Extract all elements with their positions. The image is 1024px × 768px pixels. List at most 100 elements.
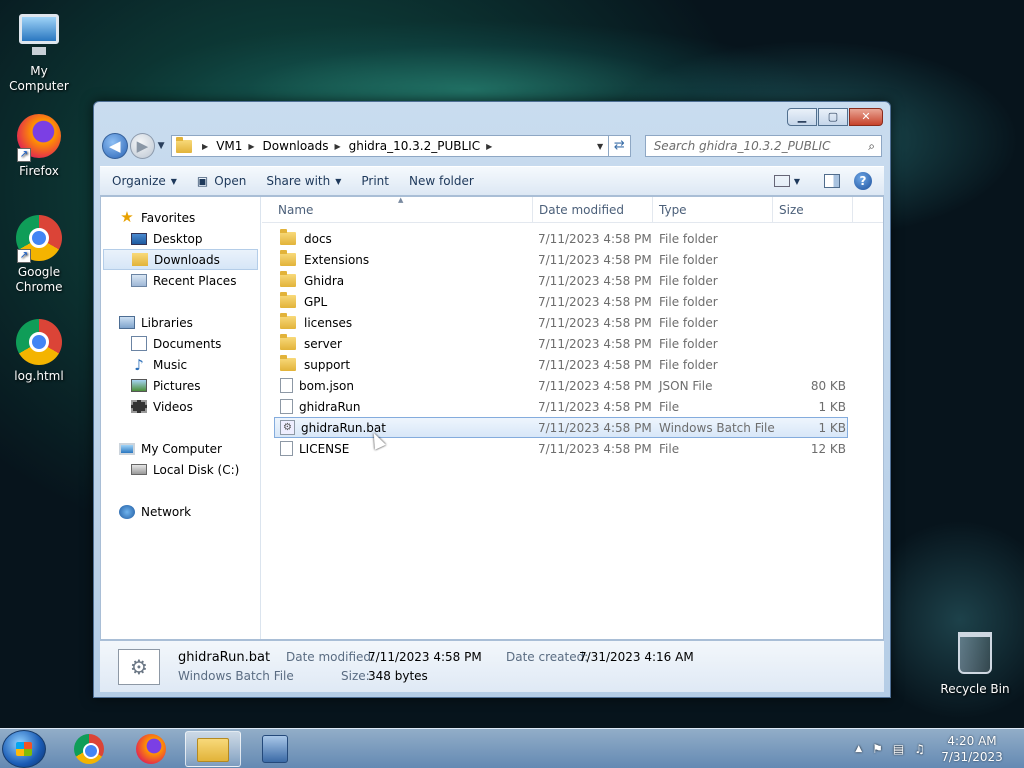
help-icon[interactable]: ? (854, 172, 872, 190)
network-tray-icon[interactable]: ▤ (893, 742, 904, 756)
action-center-icon[interactable]: ⚑ (872, 742, 883, 756)
file-name: Ghidra (280, 271, 344, 288)
explorer-window[interactable]: ▁ ▢ ✕ ◀ ▶ ▼ ▶ VM1 ▶ Downloads ▶ ghidra_10.… (93, 101, 891, 698)
new-folder-button[interactable]: New folder (399, 167, 484, 195)
file-type: File folder (659, 315, 718, 330)
file-size: 1 KB (818, 420, 846, 435)
file-date: 7/11/2023 4:58 PM (538, 399, 652, 414)
recycle-bin-icon (958, 632, 992, 674)
pictures-icon (131, 379, 147, 392)
file-date: 7/11/2023 4:58 PM (538, 441, 652, 456)
nav-pictures[interactable]: Pictures (101, 375, 260, 396)
documents-icon (131, 336, 147, 351)
computer-icon (19, 14, 59, 55)
close-button[interactable]: ✕ (849, 108, 883, 126)
desktop-icon-label: Google Chrome (15, 265, 63, 294)
column-name-header[interactable]: Name (278, 203, 313, 217)
desktop-icon-my-computer[interactable]: My Computer (1, 8, 77, 94)
file-row[interactable]: docs 7/11/2023 4:58 PM File folder (262, 228, 883, 249)
file-row[interactable]: GPL 7/11/2023 4:58 PM File folder (262, 291, 883, 312)
command-bar: Organize ▼ ▣ Open Share with ▼ Print New fo… (100, 166, 884, 196)
nav-desktop[interactable]: Desktop (101, 228, 260, 249)
breadcrumb-vm1[interactable]: VM1 ▶ (216, 139, 262, 153)
file-date: 7/11/2023 4:58 PM (538, 252, 652, 267)
clock[interactable]: 4:20 AM 7/31/2023 (930, 733, 1014, 765)
file-icon (280, 399, 293, 414)
file-row[interactable]: ghidraRun 7/11/2023 4:58 PM File 1 KB (262, 396, 883, 417)
file-date: 7/11/2023 4:58 PM (538, 231, 652, 246)
folder-icon (280, 250, 296, 266)
address-dropdown-icon[interactable]: ▼ (592, 142, 608, 151)
file-row[interactable]: server 7/11/2023 4:58 PM File folder (262, 333, 883, 354)
file-row[interactable]: support 7/11/2023 4:58 PM File folder (262, 354, 883, 375)
nav-network[interactable]: Network (101, 501, 260, 522)
volume-icon[interactable]: ♫ (914, 742, 925, 756)
desktop-icon-label: Recycle Bin (940, 682, 1010, 696)
refresh-button[interactable]: ⇄ (609, 135, 631, 157)
file-name: docs (280, 229, 332, 246)
nav-documents[interactable]: Documents (101, 333, 260, 354)
maximize-button[interactable]: ▢ (818, 108, 848, 126)
file-row[interactable]: Extensions 7/11/2023 4:58 PM File folder (262, 249, 883, 270)
desktop-icon-log-html[interactable]: log.html (1, 318, 77, 384)
tray-expand-icon[interactable]: ▲ (855, 744, 862, 754)
organize-button[interactable]: Organize ▼ (100, 167, 187, 195)
taskbar-explorer[interactable] (185, 731, 241, 767)
column-size-header[interactable]: Size (779, 203, 804, 217)
nav-favorites[interactable]: ★ Favorites (101, 207, 260, 228)
minimize-button[interactable]: ▁ (787, 108, 817, 126)
desktop-icon-recycle-bin[interactable]: Recycle Bin (937, 630, 1013, 697)
taskbar-chrome[interactable] (61, 731, 117, 767)
forward-button[interactable]: ▶ (129, 133, 156, 159)
nav-local-disk[interactable]: Local Disk (C:) (101, 459, 260, 480)
file-row[interactable]: ⚙ ghidraRun.bat 7/11/2023 4:58 PM Windows B… (274, 417, 848, 438)
details-size: 348 bytes (368, 669, 428, 683)
file-name: GPL (280, 292, 327, 309)
file-row[interactable]: Ghidra 7/11/2023 4:58 PM File folder (262, 270, 883, 291)
column-type-header[interactable]: Type (659, 203, 687, 217)
search-icon[interactable]: ⌕ (868, 139, 875, 154)
taskbar-firefox[interactable] (123, 731, 179, 767)
view-dropdown-icon[interactable]: ▼ (794, 177, 800, 186)
file-row[interactable]: bom.json 7/11/2023 4:58 PM JSON File 80 KB (262, 375, 883, 396)
recent-pages-dropdown[interactable]: ▼ (155, 141, 167, 151)
file-row[interactable]: LICENSE 7/11/2023 4:58 PM File 12 KB (262, 438, 883, 459)
desktop-icon-firefox[interactable]: ↗ Firefox (1, 112, 77, 179)
details-date-created: 7/31/2023 4:16 AM (579, 650, 694, 664)
chrome-icon (74, 734, 104, 764)
file-date: 7/11/2023 4:58 PM (538, 420, 652, 435)
open-button[interactable]: ▣ Open (187, 167, 256, 195)
desktop-icon-chrome[interactable]: ↗ Google Chrome (1, 214, 77, 295)
address-bar[interactable]: ▶ VM1 ▶ Downloads ▶ ghidra_10.3.2_PUBLIC ▶ … (171, 135, 610, 157)
details-date-modified: 7/11/2023 4:58 PM (368, 650, 482, 664)
column-date-header[interactable]: Date modified (539, 203, 624, 217)
breadcrumb-downloads[interactable]: Downloads ▶ (263, 139, 349, 153)
change-view-icon[interactable] (773, 175, 790, 187)
desktop-icon (131, 232, 147, 245)
share-with-button[interactable]: Share with ▼ (256, 167, 351, 195)
videos-icon (131, 400, 147, 413)
folder-icon (197, 738, 229, 762)
print-button[interactable]: Print (351, 167, 399, 195)
network-icon (119, 504, 135, 519)
file-icon (280, 378, 293, 393)
libraries-icon (119, 316, 135, 329)
nav-libraries[interactable]: Libraries (101, 312, 260, 333)
back-button[interactable]: ◀ (102, 133, 128, 159)
breadcrumb-ghidra[interactable]: ghidra_10.3.2_PUBLIC ▶ (349, 139, 501, 153)
taskbar-tool[interactable] (247, 731, 303, 767)
clock-time: 4:20 AM (947, 734, 997, 748)
search-input[interactable]: Search ghidra_10.3.2_PUBLIC ⌕ (644, 135, 882, 157)
start-button[interactable] (2, 730, 46, 768)
nav-recent-places[interactable]: Recent Places (101, 270, 260, 291)
desktop-icon-label: Firefox (19, 164, 59, 178)
nav-videos[interactable]: Videos (101, 396, 260, 417)
nav-downloads[interactable]: Downloads (103, 249, 258, 270)
preview-pane-icon[interactable] (824, 174, 840, 188)
nav-music[interactable]: ♪ Music (101, 354, 260, 375)
file-row[interactable]: licenses 7/11/2023 4:58 PM File folder (262, 312, 883, 333)
breadcrumb-separator-icon[interactable]: ▶ (202, 142, 208, 151)
nav-my-computer[interactable]: My Computer (101, 438, 260, 459)
details-date-created-label: Date created: (506, 650, 589, 664)
music-icon: ♪ (134, 355, 144, 374)
